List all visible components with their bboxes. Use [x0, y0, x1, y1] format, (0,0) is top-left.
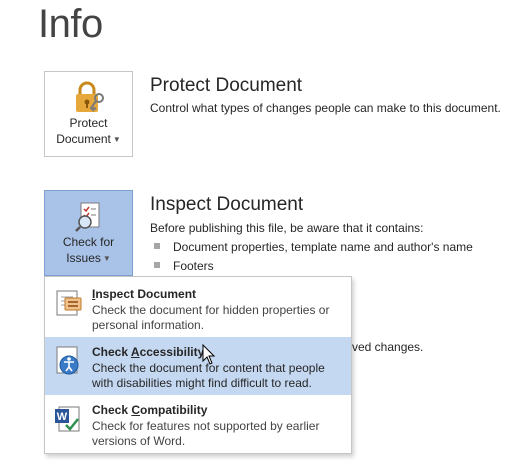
bullet-text: Footers [173, 259, 214, 273]
inspect-document-title: Inspect Document [150, 194, 304, 215]
menu-item-check-accessibility[interactable]: Check Accessibility Check the document f… [45, 337, 351, 395]
protect-document-description: Control what types of changes people can… [150, 101, 501, 115]
svg-text:W: W [57, 411, 68, 423]
menu-item-check-compatibility[interactable]: W Check Compatibility Check for features… [45, 395, 351, 453]
checklist-magnifier-icon [71, 200, 107, 234]
menu-item-description: Check the document for hidden properties… [92, 303, 330, 332]
compatibility-icon: W [53, 403, 85, 435]
protect-button-label-line2-wrap: Document ▼ [45, 131, 132, 148]
check-issues-label-line2-wrap: Issues ▼ [45, 250, 132, 267]
protect-document-title: Protect Document [150, 75, 303, 96]
menu-item-inspect-document[interactable]: Inspect Document Check the document for … [45, 279, 351, 337]
menu-item-title: Inspect Document [92, 287, 197, 301]
partial-bullet-text: ved changes. [352, 340, 424, 354]
protect-document-button[interactable]: Protect Document ▼ [44, 71, 133, 157]
menu-item-title: Check Compatibility [92, 403, 208, 417]
check-issues-label-line1: Check for [62, 235, 115, 249]
menu-item-title: Check Accessibility [92, 345, 205, 359]
menu-item-description: Check for features not supported by earl… [92, 419, 320, 448]
bullet-text: Document properties, template name and a… [173, 240, 473, 254]
check-issues-label-line2: Issues [66, 251, 101, 265]
bullet-square-icon [154, 262, 160, 268]
mouse-cursor-icon [202, 343, 216, 366]
lock-key-icon [71, 81, 107, 115]
inspect-document-icon [53, 287, 85, 319]
accessibility-icon [53, 345, 85, 377]
chevron-down-icon: ▼ [112, 135, 121, 144]
page-title: Info [38, 2, 103, 46]
inspect-document-description: Before publishing this file, be aware th… [150, 221, 424, 235]
bullet-square-icon [154, 243, 160, 249]
inspect-bullet-2: Footers [154, 259, 214, 273]
inspect-bullet-1: Document properties, template name and a… [154, 240, 473, 254]
chevron-down-icon: ▼ [102, 254, 111, 263]
protect-button-label-line2: Document [56, 132, 111, 146]
check-for-issues-button[interactable]: Check for Issues ▼ [44, 190, 133, 276]
menu-item-description: Check the document for content that peop… [92, 361, 325, 390]
check-issues-dropdown: Inspect Document Check the document for … [44, 276, 352, 454]
protect-button-label-line1: Protect [69, 116, 108, 130]
